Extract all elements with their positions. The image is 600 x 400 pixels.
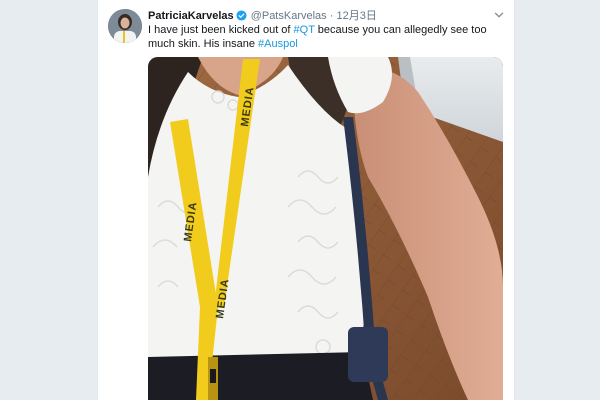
tweet-date[interactable]: 12月3日 xyxy=(336,10,376,22)
tweet-text: I have just been kicked out of #QT becau… xyxy=(148,23,508,51)
handle[interactable]: @PatsKarvelas xyxy=(251,10,327,22)
tweet-header: PatriciaKarvelas @PatsKarvelas · 12月3日 xyxy=(148,9,504,23)
display-name[interactable]: PatriciaKarvelas xyxy=(148,10,234,22)
tweet-text-part: I have just been kicked out of xyxy=(148,24,294,36)
hashtag-link[interactable]: #QT xyxy=(294,24,315,36)
separator: · xyxy=(329,10,334,22)
chevron-down-icon[interactable] xyxy=(494,10,504,24)
avatar[interactable] xyxy=(108,9,142,43)
tweet-photo[interactable]: MEDIA MEDIA MEDIA xyxy=(148,57,503,400)
hashtag-link[interactable]: #Auspol xyxy=(258,38,298,50)
tweet-card[interactable]: PatriciaKarvelas @PatsKarvelas · 12月3日 I… xyxy=(97,0,515,400)
